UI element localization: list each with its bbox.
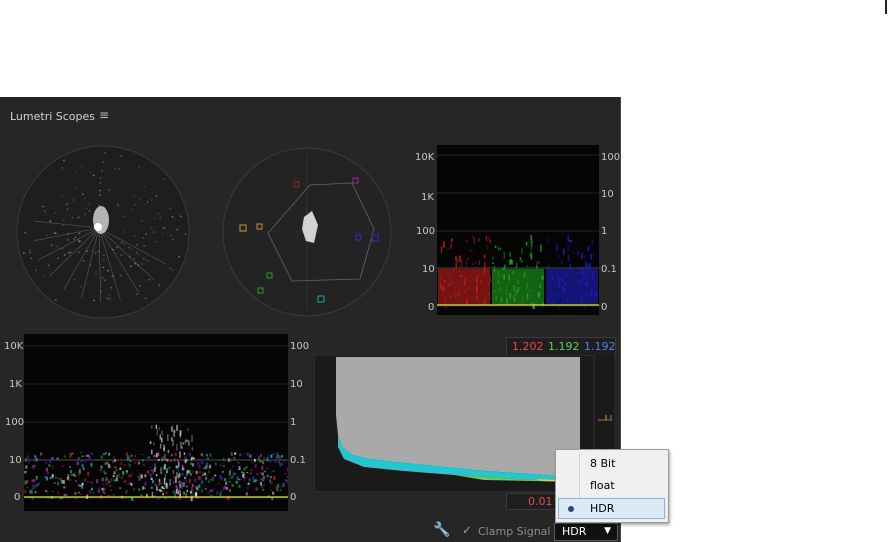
panel-title: Lumetri Scopes [10, 110, 96, 123]
dropdown-option-float[interactable]: float [558, 475, 665, 496]
signal-mode-dropdown: 8 Bit float HDR [555, 449, 669, 523]
parade-right-tick: 0 [601, 302, 608, 313]
histogram-max-b: 1.192 [584, 340, 616, 353]
waveform-right-tick: 0 [290, 492, 297, 503]
waveform-left-tick: 10K [4, 341, 24, 352]
dropdown-option-label: 8 Bit [590, 457, 616, 470]
vectorscope-hls [16, 145, 190, 319]
parade-right-tick: 100 [601, 152, 621, 163]
rgb-parade [437, 145, 599, 315]
histogram-min-readout: 0.01 [506, 493, 556, 510]
chevron-down-icon: ▼ [604, 526, 611, 536]
lumetri-scopes-panel: Lumetri Scopes ≡ 10K 1K 100 10 0 100 10 … [0, 97, 621, 542]
waveform-left-tick: 10 [9, 455, 22, 466]
clamp-signal-label: Clamp Signal [478, 525, 551, 538]
window-edge-mark [885, 0, 887, 14]
parade-left-tick: 0 [428, 302, 435, 313]
parade-left-tick: 100 [416, 226, 436, 237]
waveform-right-tick: 100 [290, 341, 310, 352]
dropdown-option-hdr[interactable]: HDR [558, 498, 665, 519]
histogram-max-r: 1.202 [512, 340, 544, 353]
histogram-max-g: 1.192 [548, 340, 580, 353]
selected-radio-icon [568, 506, 574, 512]
vectorscope-yuv [222, 147, 392, 317]
parade-right-tick: 1 [601, 226, 608, 237]
waveform-scope [24, 334, 288, 511]
clamp-signal-checkbox[interactable]: ✓ [462, 523, 472, 537]
signal-mode-value: HDR [562, 525, 587, 538]
waveform-left-tick: 0 [14, 492, 21, 503]
signal-mode-select[interactable]: HDR ▼ [554, 523, 618, 541]
histogram-max-readout: 1.202 1.192 1.192 [506, 337, 616, 356]
dropdown-option-label: float [590, 479, 615, 492]
parade-left-tick: 10 [422, 264, 435, 275]
hamburger-menu-icon[interactable]: ≡ [99, 108, 109, 122]
dropdown-option-8bit[interactable]: 8 Bit [558, 453, 665, 474]
waveform-left-tick: 100 [5, 417, 25, 428]
parade-left-tick: 10K [415, 152, 435, 163]
waveform-right-tick: 1 [290, 417, 297, 428]
histogram-min-value: 0.01 [528, 495, 553, 508]
parade-left-tick: 1K [421, 192, 434, 203]
waveform-right-tick: 0.1 [290, 455, 306, 466]
waveform-left-tick: 1K [9, 379, 22, 390]
waveform-right-tick: 10 [290, 379, 303, 390]
parade-right-tick: 10 [601, 189, 614, 200]
wrench-icon[interactable]: 🔧 [433, 522, 450, 538]
dropdown-option-label: HDR [590, 502, 615, 515]
parade-right-tick: 0.1 [601, 264, 617, 275]
